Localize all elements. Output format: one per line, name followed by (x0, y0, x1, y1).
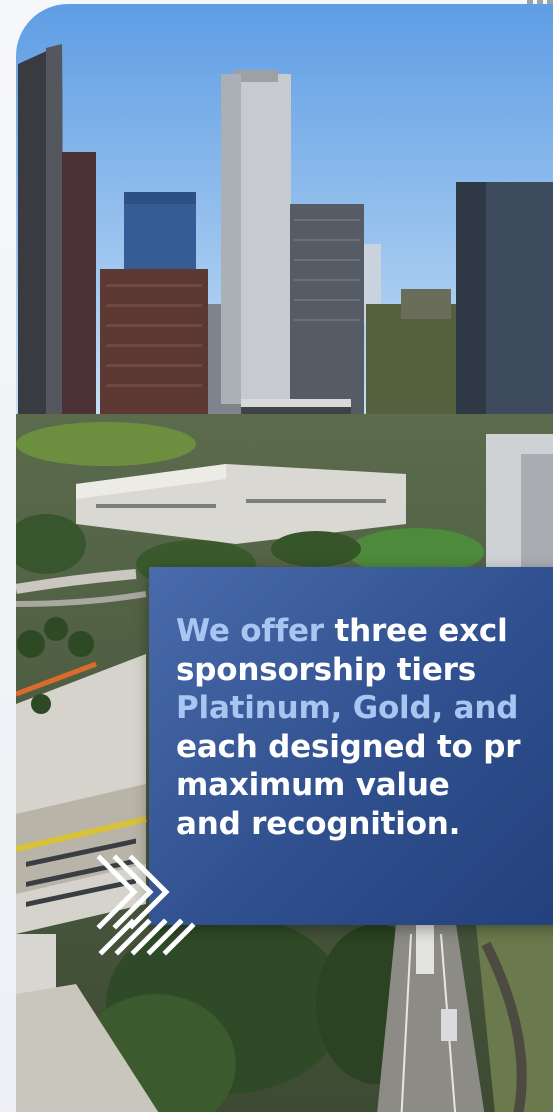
message-line-2: sponsorship tiers (176, 651, 476, 688)
message-line-1-rest: three excl (323, 613, 508, 649)
car (441, 1009, 457, 1041)
grey-tower (290, 204, 364, 424)
dark-tower (62, 152, 96, 422)
message-line-3-tiers: Platinum, Gold, and (176, 690, 519, 726)
truck (416, 924, 434, 974)
message-line-6: and recognition. (176, 805, 461, 842)
chevron-stripes-icon (96, 854, 196, 956)
message-line-4: each designed to pr (176, 728, 521, 765)
message-line-1: We offer three excl (176, 612, 520, 651)
message-accent-we-offer: We offer (176, 613, 324, 649)
slide-page: We offer three excl sponsorship tiers Pl… (0, 0, 553, 1112)
message-line-5: maximum value (176, 767, 450, 803)
sponsorship-message: We offer three excl sponsorship tiers Pl… (176, 612, 521, 843)
sponsorship-message-card: We offer three excl sponsorship tiers Pl… (149, 567, 553, 925)
corner-dots-icon (527, 0, 553, 4)
